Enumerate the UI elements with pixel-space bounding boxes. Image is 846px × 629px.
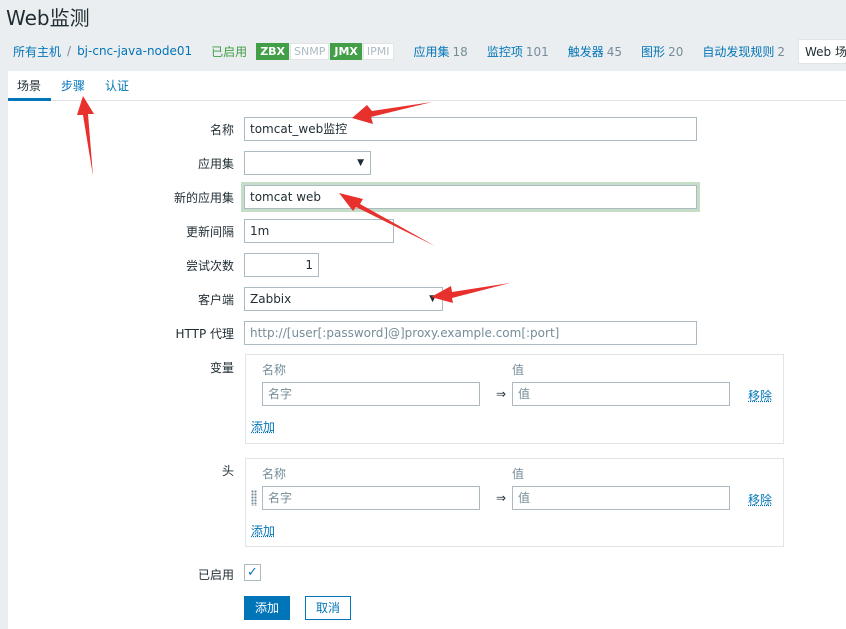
- page-title: Web监测: [6, 6, 90, 30]
- variable-add-link[interactable]: 添加: [251, 418, 275, 435]
- nav-triggers[interactable]: 触发器 45: [568, 43, 622, 60]
- update-interval-label: 更新间隔: [185, 225, 234, 239]
- chevron-down-icon: ▼: [429, 294, 436, 304]
- arrow-right-icon: ⇒: [496, 387, 507, 401]
- enabled-checkbox[interactable]: ✓: [244, 564, 261, 581]
- variable-remove-link[interactable]: 移除: [748, 387, 772, 404]
- variables-table: 名称 值 名字 ⇒ 值 移除 添加: [245, 354, 784, 444]
- variables-value-header: 值: [512, 363, 525, 377]
- snmp-badge: SNMP: [290, 42, 330, 60]
- http-proxy-label: HTTP 代理: [175, 327, 234, 341]
- drag-handle-icon[interactable]: [251, 490, 257, 506]
- http-proxy-field[interactable]: http://[user[:password]@]proxy.example.c…: [244, 321, 697, 345]
- tab-scenario[interactable]: 场景: [17, 77, 41, 94]
- arrow-right-icon: ⇒: [496, 491, 507, 505]
- jmx-badge: JMX: [330, 42, 362, 60]
- agent-select[interactable]: Zabbix ▼: [244, 287, 443, 311]
- variables-name-header: 名称: [262, 363, 287, 377]
- name-label: 名称: [209, 123, 234, 137]
- variable-value-input[interactable]: 值: [512, 382, 730, 406]
- tab-authentication[interactable]: 认证: [105, 77, 129, 94]
- breadcrumb-host[interactable]: bj-cnc-java-node01: [77, 44, 192, 58]
- breadcrumb-separator: /: [67, 44, 72, 58]
- host-status[interactable]: 已启用: [211, 43, 247, 60]
- attempts-label: 尝试次数: [185, 259, 234, 273]
- form-panel: 名称 tomcat_web监控 应用集 ▼ 新的应用集 tomcat web 更…: [8, 101, 846, 629]
- agent-label: 客户端: [197, 293, 234, 307]
- application-select[interactable]: ▼: [244, 151, 371, 175]
- update-interval-field[interactable]: 1m: [244, 219, 394, 243]
- add-button[interactable]: 添加: [244, 596, 291, 620]
- nav-graphs[interactable]: 图形 20: [641, 43, 683, 60]
- breadcrumb-all-hosts[interactable]: 所有主机: [13, 43, 61, 60]
- application-label: 应用集: [197, 157, 234, 171]
- checkmark-icon: ✓: [247, 565, 258, 580]
- header-value-input[interactable]: 值: [512, 486, 730, 510]
- variables-label: 变量: [209, 361, 234, 375]
- header-add-link[interactable]: 添加: [251, 522, 275, 539]
- nav-items[interactable]: 监控项 101: [487, 43, 549, 60]
- headers-name-header: 名称: [262, 467, 287, 481]
- header-remove-link[interactable]: 移除: [748, 491, 772, 508]
- name-field[interactable]: tomcat_web监控: [244, 117, 697, 141]
- cancel-button[interactable]: 取消: [305, 596, 352, 620]
- headers-label: 头: [221, 464, 234, 478]
- chevron-down-icon: ▼: [357, 158, 364, 168]
- headers-table: 名称 值 名字 ⇒ 值 移除 添加: [245, 458, 784, 547]
- variable-name-input[interactable]: 名字: [262, 382, 480, 406]
- new-application-field[interactable]: tomcat web: [244, 185, 697, 209]
- host-navigation: 所有主机 / bj-cnc-java-node01 已启用 ZBX SNMP J…: [0, 37, 846, 65]
- tab-steps[interactable]: 步骤: [61, 77, 85, 94]
- nav-discovery-rules[interactable]: 自动发现规则 2: [702, 43, 785, 60]
- nav-applications[interactable]: 应用集 18: [414, 43, 468, 60]
- enabled-label: 已启用: [197, 568, 234, 582]
- tab-bar: 场景 步骤 认证: [8, 71, 846, 101]
- headers-value-header: 值: [512, 467, 525, 481]
- attempts-field[interactable]: 1: [244, 253, 319, 277]
- new-application-label: 新的应用集: [173, 191, 234, 205]
- header-name-input[interactable]: 名字: [262, 486, 480, 510]
- ipmi-badge: IPMI: [362, 42, 394, 60]
- nav-web-scenarios[interactable]: Web 场景: [798, 38, 846, 64]
- zbx-badge: ZBX: [256, 42, 290, 60]
